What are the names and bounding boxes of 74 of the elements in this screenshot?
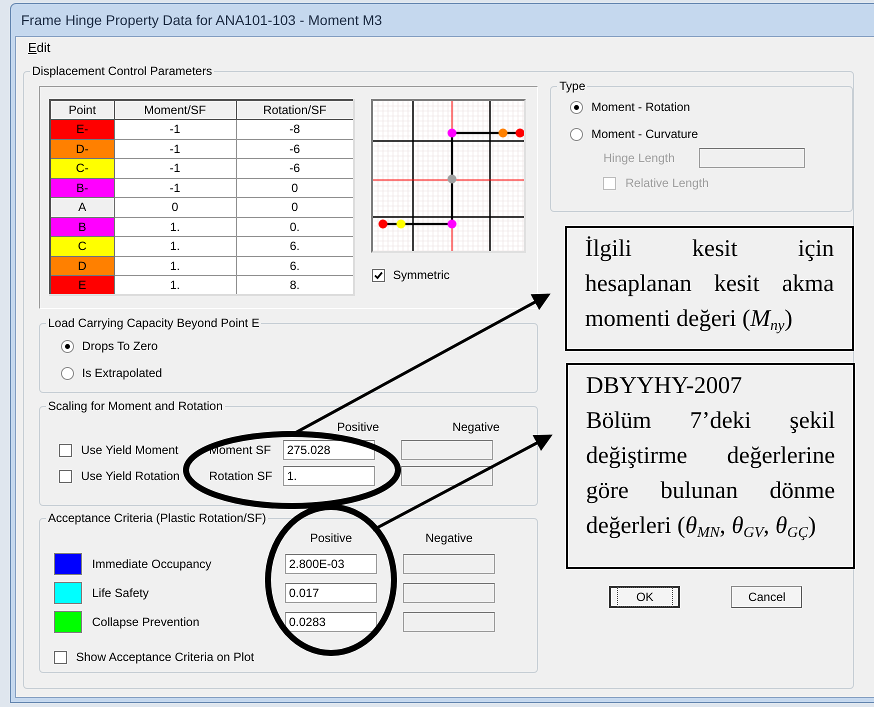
window-title: Frame Hinge Property Data for ANA101-103 - Moment M3 <box>21 10 382 30</box>
radio-label: Drops To Zero <box>82 338 158 355</box>
table-cell: 1. <box>114 256 236 276</box>
input-field[interactable]: 0.017 <box>285 583 377 603</box>
point-cell: D- <box>50 139 114 158</box>
radio-button[interactable] <box>61 366 74 380</box>
point-cell: E- <box>50 120 114 139</box>
check-icon <box>374 270 383 280</box>
input-field[interactable] <box>699 148 806 168</box>
dialog-button[interactable]: OK <box>609 586 680 608</box>
curve-point <box>448 220 456 228</box>
checkbox[interactable] <box>59 470 72 482</box>
checkbox[interactable] <box>59 444 72 456</box>
input-field[interactable]: 1. <box>283 466 375 486</box>
table-cell: -1 <box>114 120 236 139</box>
checkbox-label: Use Yield Moment <box>81 442 180 459</box>
radio-label: Moment - Curvature <box>591 126 698 143</box>
checkbox-label: Symmetric <box>393 267 450 284</box>
checkbox[interactable] <box>372 268 385 282</box>
criteria-label: Collapse Prevention <box>92 614 200 631</box>
point-cell: A <box>50 198 114 217</box>
table-cell: 0 <box>114 198 236 217</box>
point-cell: E <box>50 276 114 295</box>
checkbox-label: Relative Length <box>625 175 709 192</box>
field-label: Hinge Length <box>603 150 676 167</box>
column-header: Negative <box>424 530 474 545</box>
menu-item[interactable]: Edit <box>28 38 50 58</box>
column-header: Negative <box>451 419 501 434</box>
radio-button[interactable] <box>570 128 584 140</box>
radio-label: Moment - Rotation <box>591 99 690 116</box>
table-cell: -1 <box>114 178 236 198</box>
point-cell: B <box>50 217 114 236</box>
criteria-label: Life Safety <box>92 585 150 602</box>
column-header: Positive <box>336 419 380 434</box>
checkbox-label: Show Acceptance Criteria on Plot <box>76 649 254 666</box>
annotation-text: İlgili kesit için hesaplanan kesit akma momenti değeri (M$_{ny}$) <box>585 235 834 336</box>
input-field[interactable]: 0.0283 <box>285 612 377 632</box>
input-field[interactable]: 275.028 <box>283 440 375 460</box>
point-cell: C <box>50 236 114 256</box>
curve-point <box>378 220 388 228</box>
curve-point <box>516 128 524 138</box>
group-title: Displacement Control Parameters <box>30 63 214 79</box>
annotation-text: Bölüm 7’deki şekil değiştirme değerlerine göre bulunan dönme değerleri (θ$_{MN}$, θ$_{GV}$, θ$_{GÇ}$) <box>586 407 835 543</box>
table-cell: -1 <box>114 139 236 158</box>
table-cell: 1. <box>114 217 236 236</box>
radio-button[interactable] <box>61 340 74 352</box>
point-cell: D <box>50 256 114 276</box>
input-field[interactable] <box>403 554 495 574</box>
input-field[interactable]: 2.800E-03 <box>285 554 377 574</box>
column-header: Moment/SF <box>114 100 236 120</box>
radio-label: Is Extrapolated <box>82 365 162 382</box>
curve-point <box>396 220 406 228</box>
column-header: Positive <box>308 530 354 545</box>
input-field[interactable] <box>403 583 495 603</box>
dialog-button[interactable]: Cancel <box>731 586 802 608</box>
point-cell: B- <box>50 178 114 198</box>
radio-button[interactable] <box>570 100 584 114</box>
curve-point <box>448 128 456 138</box>
checkbox-label: Use Yield Rotation <box>81 468 181 485</box>
field-label: Rotation SF <box>209 468 274 485</box>
curve-point <box>448 174 456 184</box>
input-field[interactable] <box>403 612 495 632</box>
table-cell: 1. <box>114 236 236 256</box>
criteria-label: Immediate Occupancy <box>92 556 212 573</box>
input-field[interactable] <box>401 466 493 486</box>
checkbox[interactable] <box>54 650 67 664</box>
annotation-text: DBYYHY-2007 <box>586 372 743 401</box>
input-field[interactable] <box>401 440 493 460</box>
table-cell: -1 <box>114 158 236 178</box>
point-cell: C- <box>50 158 114 178</box>
group-title: Load Carrying Capacity Beyond Point E <box>46 315 262 331</box>
curve-point <box>498 128 508 138</box>
group-title: Scaling for Moment and Rotation <box>46 398 225 414</box>
group-title: Acceptance Criteria (Plastic Rotation/SF) <box>46 510 268 526</box>
